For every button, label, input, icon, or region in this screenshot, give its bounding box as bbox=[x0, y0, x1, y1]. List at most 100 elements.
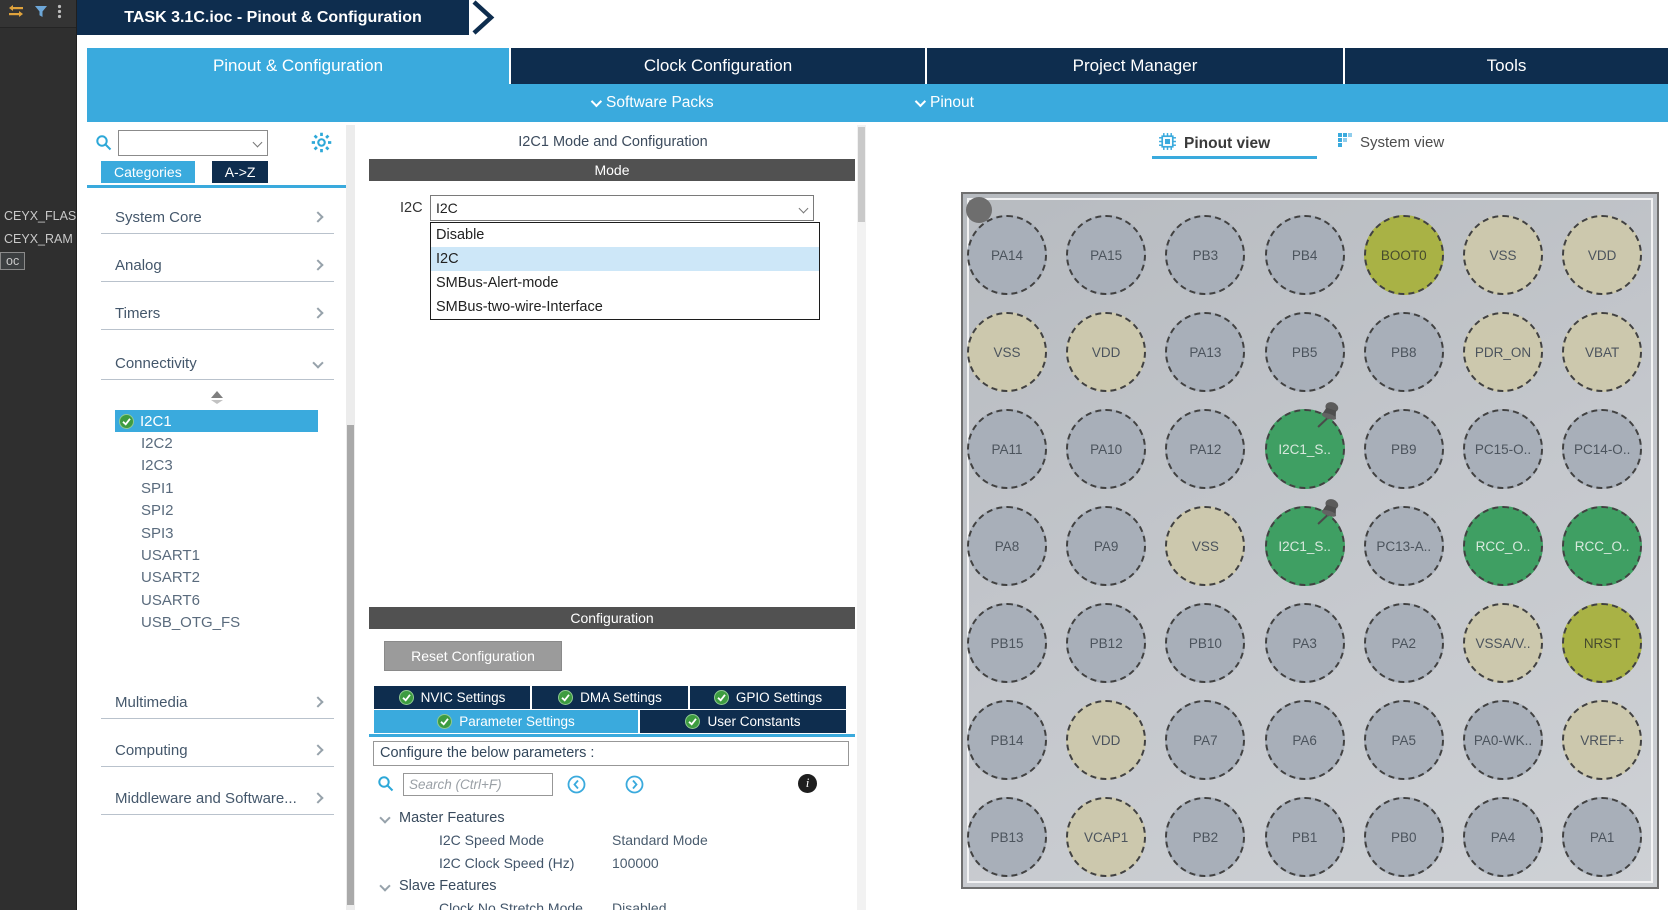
sidebar-section-connectivity[interactable]: Connectivity bbox=[101, 347, 334, 395]
pin-pb2[interactable]: PB2 bbox=[1165, 797, 1246, 877]
pin-pb0[interactable]: PB0 bbox=[1363, 797, 1444, 877]
sidebar-item-spi1[interactable]: SPI1 bbox=[115, 477, 318, 499]
info-icon[interactable]: i bbox=[798, 774, 817, 793]
pin-pa10[interactable]: PA10 bbox=[1066, 409, 1147, 489]
pin-vdd[interactable]: VDD bbox=[1066, 312, 1147, 392]
pin-pb13[interactable]: PB13 bbox=[967, 797, 1047, 877]
tab-categories[interactable]: Categories bbox=[101, 161, 195, 183]
pin-pb4[interactable]: PB4 bbox=[1264, 215, 1345, 295]
pin-vcap1[interactable]: VCAP1 bbox=[1066, 797, 1147, 877]
pin-pa1[interactable]: PA1 bbox=[1562, 797, 1643, 877]
param-value[interactable]: Disabled bbox=[612, 900, 666, 910]
i2c-mode-select[interactable]: I2C bbox=[430, 195, 814, 221]
sidebar-item-spi3[interactable]: SPI3 bbox=[115, 522, 318, 544]
parameter-search-input[interactable] bbox=[403, 773, 553, 796]
scrollbar-thumb[interactable] bbox=[347, 425, 354, 905]
sidebar-item-usart6[interactable]: USART6 bbox=[115, 589, 318, 611]
filter-icon[interactable] bbox=[34, 5, 48, 23]
pin-pb12[interactable]: PB12 bbox=[1066, 603, 1147, 683]
explorer-item-flash[interactable]: CEYX_FLAS bbox=[4, 209, 76, 223]
mode-option-smbus-alert-mode[interactable]: SMBus-Alert-mode bbox=[431, 271, 819, 295]
pin-pa7[interactable]: PA7 bbox=[1165, 700, 1246, 780]
tab-pinout-view[interactable]: Pinout view bbox=[1158, 132, 1270, 156]
pin-pc15-o[interactable]: PC15-O.. bbox=[1463, 409, 1543, 489]
sidebar-item-i2c2[interactable]: I2C2 bbox=[115, 432, 318, 454]
software-packs-dropdown[interactable]: Software Packs bbox=[590, 84, 714, 122]
sidebar-section-multimedia[interactable]: Multimedia bbox=[101, 686, 334, 734]
pin-pa14[interactable]: PA14 bbox=[967, 215, 1047, 295]
pin-i2c1-s[interactable]: I2C1_S.. bbox=[1264, 499, 1345, 586]
reset-configuration-button[interactable]: Reset Configuration bbox=[384, 641, 562, 671]
tab-system-view[interactable]: System view bbox=[1337, 132, 1444, 152]
pin-pb9[interactable]: PB9 bbox=[1363, 409, 1444, 489]
pin-pa8[interactable]: PA8 bbox=[967, 506, 1047, 586]
param-group-master-features[interactable]: Master Features bbox=[377, 806, 849, 829]
pin-pa12[interactable]: PA12 bbox=[1165, 409, 1246, 489]
explorer-item-ioc[interactable]: oc bbox=[0, 252, 26, 270]
sidebar-section-timers[interactable]: Timers bbox=[101, 297, 334, 345]
pin-pa13[interactable]: PA13 bbox=[1165, 312, 1246, 392]
sidebar-section-analog[interactable]: Analog bbox=[101, 249, 334, 297]
scrollbar-thumb[interactable] bbox=[858, 127, 865, 222]
next-match-icon[interactable] bbox=[625, 775, 644, 799]
sidebar-section-computing[interactable]: Computing bbox=[101, 734, 334, 782]
tab-dma-settings[interactable]: DMA Settings bbox=[532, 686, 688, 709]
tab-a-to-z[interactable]: A->Z bbox=[211, 161, 269, 183]
pin-pa4[interactable]: PA4 bbox=[1463, 797, 1543, 877]
pin-pb15[interactable]: PB15 bbox=[967, 603, 1047, 683]
sidebar-section-system-core[interactable]: System Core bbox=[101, 201, 334, 249]
pin-pdr-on[interactable]: PDR_ON bbox=[1463, 312, 1543, 392]
pin-vss[interactable]: VSS bbox=[1463, 215, 1543, 295]
sidebar-item-spi2[interactable]: SPI2 bbox=[115, 500, 318, 522]
tab-user-constants[interactable]: User Constants bbox=[640, 710, 846, 733]
pin-pa15[interactable]: PA15 bbox=[1066, 215, 1147, 295]
pin-pb3[interactable]: PB3 bbox=[1165, 215, 1246, 295]
sidebar-search-input[interactable] bbox=[122, 132, 248, 154]
sidebar-item-usb-otg-fs[interactable]: USB_OTG_FS bbox=[115, 612, 318, 634]
pin-vbat[interactable]: VBAT bbox=[1562, 312, 1643, 392]
pinout-dropdown[interactable]: Pinout bbox=[914, 84, 974, 122]
pin-vdd[interactable]: VDD bbox=[1066, 700, 1147, 780]
tab-project-manager[interactable]: Project Manager bbox=[927, 48, 1345, 84]
middle-panel-scrollbar[interactable] bbox=[857, 125, 866, 910]
pin-pa2[interactable]: PA2 bbox=[1363, 603, 1444, 683]
tab-gpio-settings[interactable]: GPIO Settings bbox=[690, 686, 846, 709]
sidebar-item-i2c3[interactable]: I2C3 bbox=[115, 455, 318, 477]
pin-pb14[interactable]: PB14 bbox=[967, 700, 1047, 780]
tab-parameter-settings[interactable]: Parameter Settings bbox=[374, 710, 638, 733]
tab-nvic-settings[interactable]: NVIC Settings bbox=[374, 686, 530, 709]
scroll-up-icon[interactable] bbox=[210, 391, 223, 404]
tab-tools[interactable]: Tools bbox=[1345, 48, 1668, 84]
gear-icon[interactable] bbox=[311, 132, 332, 158]
pin-rcc-o[interactable]: RCC_O.. bbox=[1463, 506, 1543, 586]
previous-match-icon[interactable] bbox=[567, 775, 586, 799]
pin-pa5[interactable]: PA5 bbox=[1363, 700, 1444, 780]
pin-pc14-o[interactable]: PC14-O.. bbox=[1562, 409, 1643, 489]
param-group-slave-features[interactable]: Slave Features bbox=[377, 874, 849, 897]
explorer-item-ram[interactable]: CEYX_RAM bbox=[4, 232, 73, 246]
tab-pinout-configuration[interactable]: Pinout & Configuration bbox=[87, 48, 511, 84]
pin-pb8[interactable]: PB8 bbox=[1363, 312, 1444, 392]
pin-i2c1-s[interactable]: I2C1_S.. bbox=[1264, 402, 1345, 489]
sidebar-search-combo[interactable] bbox=[118, 130, 268, 156]
pin-vdd[interactable]: VDD bbox=[1562, 215, 1643, 295]
mode-option-disable[interactable]: Disable bbox=[431, 223, 819, 247]
sidebar-item-i2c1[interactable]: I2C1 bbox=[115, 410, 318, 433]
pin-pa9[interactable]: PA9 bbox=[1066, 506, 1147, 586]
pin-vss[interactable]: VSS bbox=[967, 312, 1047, 392]
mode-option-i2c[interactable]: I2C bbox=[431, 247, 819, 271]
pin-pb1[interactable]: PB1 bbox=[1264, 797, 1345, 877]
pin-pa6[interactable]: PA6 bbox=[1264, 700, 1345, 780]
param-value[interactable]: 100000 bbox=[612, 855, 659, 871]
pin-pb5[interactable]: PB5 bbox=[1264, 312, 1345, 392]
mode-option-smbus-two-wire-interface[interactable]: SMBus-two-wire-Interface bbox=[431, 295, 819, 319]
pin-vss[interactable]: VSS bbox=[1165, 506, 1246, 586]
pin-pa11[interactable]: PA11 bbox=[967, 409, 1047, 489]
tab-clock-configuration[interactable]: Clock Configuration bbox=[511, 48, 927, 84]
pin-rcc-o[interactable]: RCC_O.. bbox=[1562, 506, 1643, 586]
pin-nrst[interactable]: NRST bbox=[1562, 603, 1643, 683]
sidebar-item-usart1[interactable]: USART1 bbox=[115, 544, 318, 566]
pin-pa3[interactable]: PA3 bbox=[1264, 603, 1345, 683]
pin-pa0-wk[interactable]: PA0-WK.. bbox=[1463, 700, 1543, 780]
sidebar-scrollbar[interactable] bbox=[346, 125, 355, 910]
